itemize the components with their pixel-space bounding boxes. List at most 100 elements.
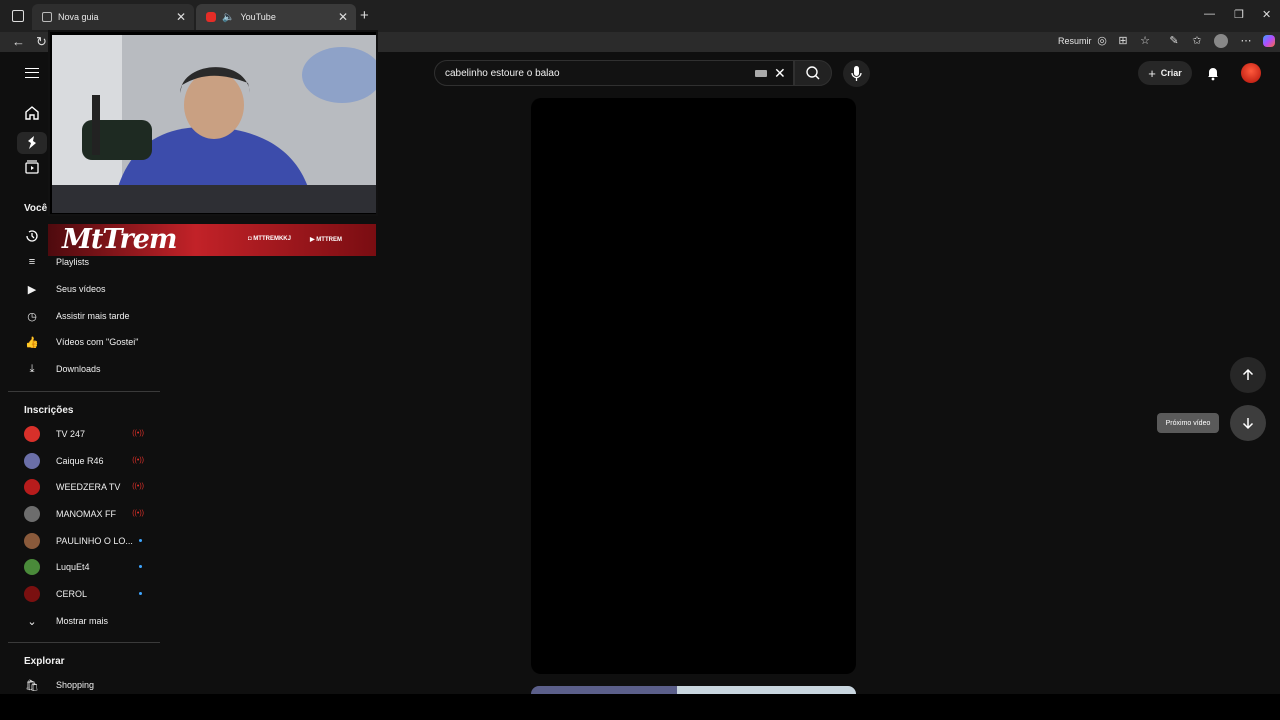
channel-avatar <box>24 479 40 495</box>
sidebar-item-watch-later[interactable]: ◷ Assistir mais tarde <box>24 307 154 325</box>
clock-icon: ◷ <box>27 310 37 323</box>
channel-name: Caique R46 <box>56 456 104 466</box>
download-icon: ⤓ <box>29 362 35 375</box>
notifications-bell-icon[interactable] <box>1205 65 1221 86</box>
speaker-icon[interactable]: 🔈 <box>222 12 234 23</box>
webcam-overlay <box>48 30 378 216</box>
user-avatar[interactable] <box>1241 63 1261 83</box>
close-tab-icon[interactable]: ✕ <box>176 10 186 24</box>
bottom-letterbox <box>0 694 1280 720</box>
channel-avatar <box>24 533 40 549</box>
shorts-icon[interactable] <box>17 132 47 154</box>
arrow-up-icon <box>1242 368 1254 380</box>
search-button[interactable] <box>794 60 832 86</box>
subscription-item[interactable]: Caique R46 ((•)) <box>24 452 154 470</box>
reload-icon[interactable]: ↻ <box>36 34 47 50</box>
sidebar-item-label: Vídeos com "Gostei" <box>56 337 139 347</box>
live-icon: ((•)) <box>132 457 144 464</box>
close-tab-icon[interactable]: ✕ <box>338 10 348 24</box>
channel-name: TV 247 <box>56 429 86 439</box>
back-arrow-icon[interactable]: ← <box>12 34 25 49</box>
arrow-down-icon <box>1242 418 1254 430</box>
live-icon: ((•)) <box>132 430 144 437</box>
thumb-up-icon: 👍 <box>25 336 39 349</box>
previous-video-button[interactable] <box>1230 357 1266 393</box>
show-more-label: Mostrar mais <box>56 616 109 626</box>
sidebar-item-label: Downloads <box>56 364 101 374</box>
history-icon[interactable] <box>24 228 40 244</box>
channel-avatar <box>24 559 40 575</box>
copilot-icon[interactable] <box>1263 35 1275 47</box>
channel-name: CEROL <box>56 589 88 599</box>
plus-icon: + <box>1148 65 1156 81</box>
channel-name: PAULINHO O LO... <box>56 536 133 546</box>
home-icon[interactable] <box>24 105 40 121</box>
minimize-icon[interactable]: — <box>1204 8 1215 20</box>
instagram-handle: ◘ MTTREMKKJ <box>248 236 291 242</box>
subscription-item[interactable]: MANOMAX FF ((•)) <box>24 505 154 523</box>
new-content-dot <box>139 592 142 595</box>
more-options-icon[interactable]: ⋯ <box>1240 35 1252 47</box>
create-button[interactable]: + Criar <box>1138 61 1192 85</box>
divider <box>8 391 160 392</box>
live-icon: ((•)) <box>132 483 144 490</box>
playlist-icon: ≡ <box>28 256 36 268</box>
subscriptions-icon[interactable] <box>24 159 40 175</box>
sidebar-item-label: Shopping <box>56 680 95 690</box>
streamer-banner: MtTrem ◘ MTTREMKKJ ▶ MTTREM <box>48 224 376 256</box>
sidebar-item-shopping[interactable]: 🛍 Shopping <box>24 676 154 694</box>
favorite-star-icon[interactable]: ☆ <box>1139 35 1151 47</box>
tab-new-tab[interactable]: Nova guia ✕ <box>32 4 194 30</box>
profile-avatar-icon[interactable] <box>1214 34 1228 48</box>
menu-icon[interactable] <box>25 68 39 78</box>
sidebar-item-downloads[interactable]: ⤓ Downloads <box>24 360 154 378</box>
tab-title: Nova guia <box>58 12 99 22</box>
next-video-tooltip: Próximo vídeo <box>1157 413 1219 433</box>
video-icon: ▶ <box>27 283 37 296</box>
clear-search-icon[interactable]: ✕ <box>774 65 786 82</box>
channel-avatar <box>24 586 40 602</box>
channel-name: WEEDZERA TV <box>56 482 121 492</box>
new-tab-favicon-icon <box>42 12 52 22</box>
divider <box>8 642 160 643</box>
tab-actions-icon[interactable] <box>12 10 24 22</box>
youtube-handle: ▶ MTTREM <box>310 237 342 243</box>
search-icon <box>806 66 820 80</box>
sidebar-item-your-videos[interactable]: ▶ Seus vídeos <box>24 280 154 298</box>
search-input[interactable]: cabelinho estoure o balao ✕ <box>434 60 794 86</box>
search-query: cabelinho estoure o balao <box>445 68 560 79</box>
channel-avatar <box>24 453 40 469</box>
restore-icon[interactable]: ❐ <box>1234 8 1244 21</box>
close-window-icon[interactable]: ✕ <box>1262 8 1271 21</box>
subscription-item[interactable]: CEROL <box>24 585 154 603</box>
keyboard-icon[interactable] <box>755 70 767 77</box>
subscription-item[interactable]: TV 247 ((•)) <box>24 425 154 443</box>
you-section-title[interactable]: Você <box>24 203 47 214</box>
subscription-item[interactable]: LuquEt4 <box>24 558 154 576</box>
show-more-button[interactable]: ⌄ Mostrar mais <box>24 612 154 630</box>
microphone-icon <box>851 66 862 81</box>
youtube-favicon-icon <box>206 12 216 22</box>
voice-search-button[interactable] <box>843 60 870 87</box>
apps-icon[interactable]: ⊞ <box>1117 35 1129 47</box>
new-tab-icon[interactable]: + <box>360 7 369 24</box>
collections-icon[interactable] <box>1196 35 1208 47</box>
tab-title: YouTube <box>240 12 276 22</box>
subscription-item[interactable]: PAULINHO O LO... <box>24 532 154 550</box>
copilot-page-icon[interactable]: ◎ <box>1096 35 1108 47</box>
next-video-button[interactable] <box>1230 405 1266 441</box>
extension-icon[interactable]: ✎ <box>1168 35 1180 47</box>
sidebar-item-label: Playlists <box>56 257 90 267</box>
sidebar-item-label: Assistir mais tarde <box>56 311 130 321</box>
live-icon: ((•)) <box>132 510 144 517</box>
summarize-button[interactable]: Resumir <box>1058 36 1092 46</box>
explore-section-title: Explorar <box>24 656 65 667</box>
shorts-video-player[interactable] <box>531 98 856 674</box>
tab-youtube[interactable]: 🔈 YouTube ✕ <box>196 4 356 30</box>
subscriptions-section-title: Inscrições <box>24 405 74 416</box>
sidebar-item-liked-videos[interactable]: 👍 Vídeos com "Gostei" <box>24 333 154 351</box>
channel-name: MANOMAX FF <box>56 509 116 519</box>
channel-avatar <box>24 426 40 442</box>
channel-name: LuquEt4 <box>56 562 90 572</box>
subscription-item[interactable]: WEEDZERA TV ((•)) <box>24 478 154 496</box>
